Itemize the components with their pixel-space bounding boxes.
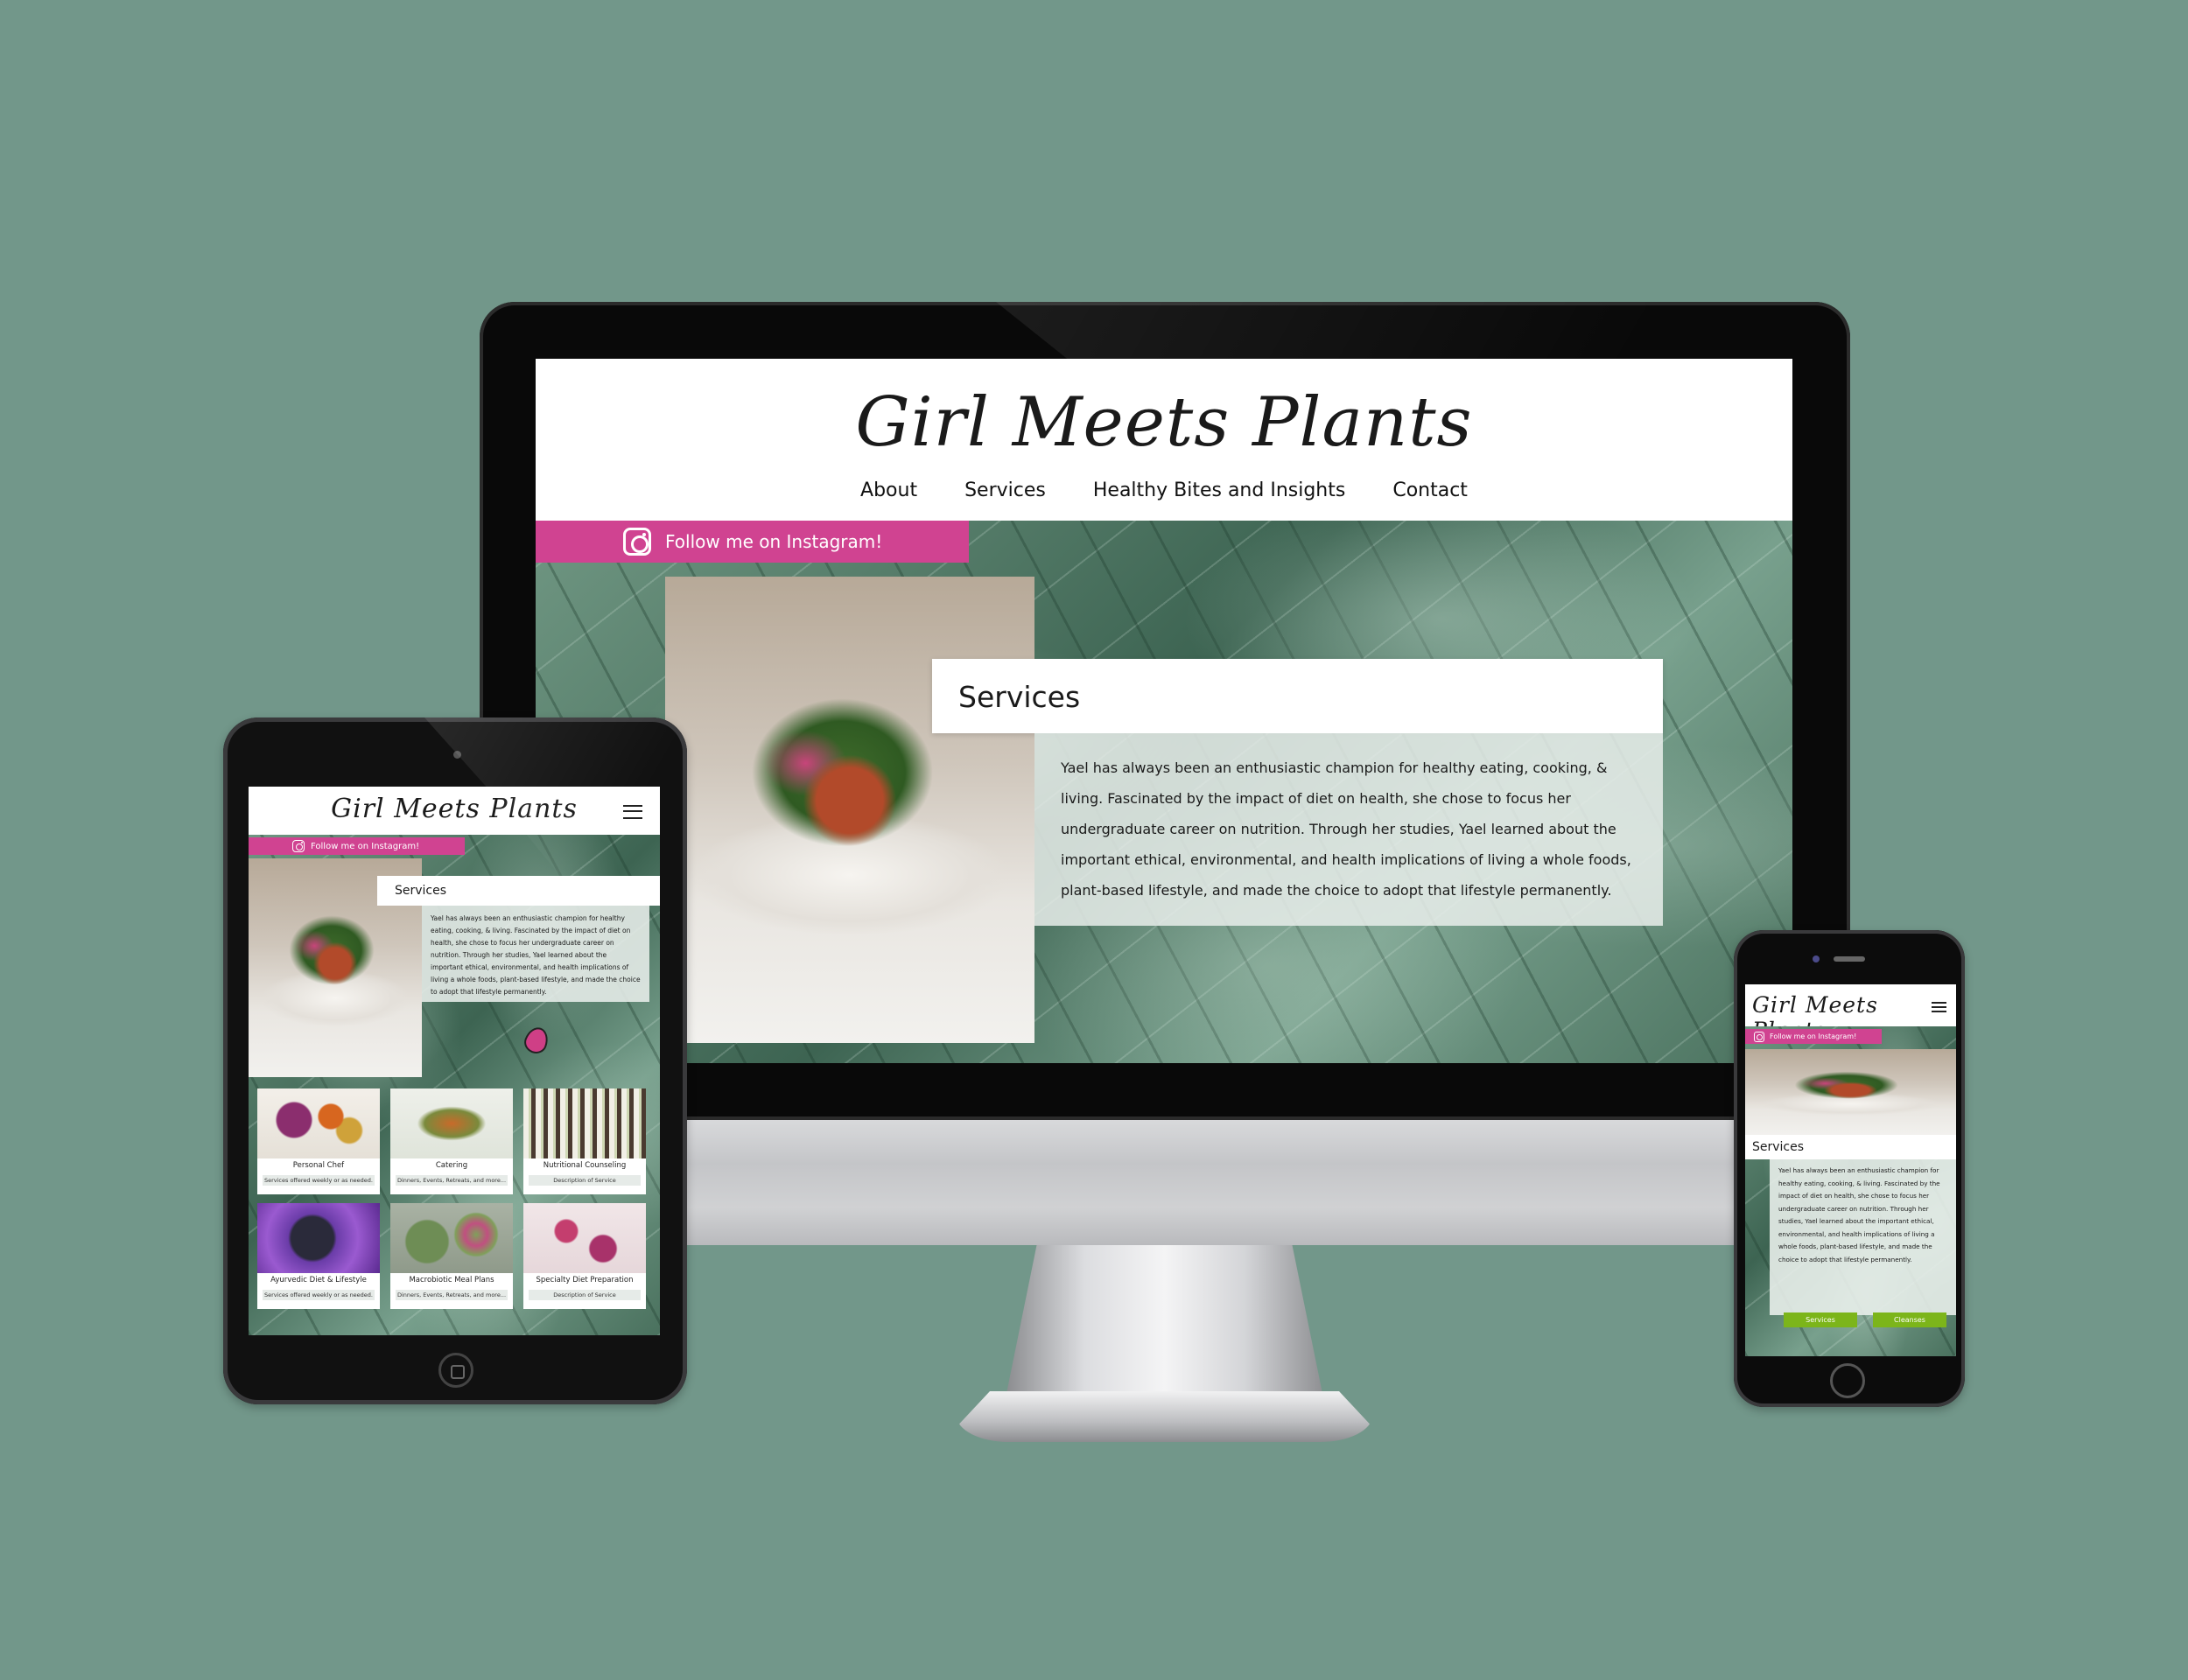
card-image — [523, 1088, 646, 1158]
speaker-grille — [1834, 956, 1865, 962]
card-description: Services offered weekly or as needed. — [263, 1290, 375, 1300]
desktop-screen: Girl Meets Plants About Services Healthy… — [536, 359, 1792, 1063]
main-nav: About Services Healthy Bites and Insight… — [536, 480, 1792, 501]
card-image — [257, 1088, 380, 1158]
card-description: Services offered weekly or as needed. — [263, 1175, 375, 1186]
instagram-icon — [623, 528, 651, 556]
service-card-grid: Personal Chef Services offered weekly or… — [257, 1088, 656, 1309]
card-image — [390, 1088, 513, 1158]
imac-stand — [1005, 1245, 1324, 1416]
tablet-services-heading: Services — [377, 876, 660, 906]
tablet-services-description: Yael has always been an enthusiastic cha… — [422, 906, 649, 1002]
card-title: Ayurvedic Diet & Lifestyle — [270, 1276, 367, 1284]
tablet-mockup: Girl Meets Plants Follow me on Instagram… — [223, 718, 687, 1404]
card-image — [390, 1203, 513, 1273]
card-title: Personal Chef — [292, 1161, 345, 1170]
nav-item-healthy-bites[interactable]: Healthy Bites and Insights — [1093, 480, 1345, 501]
home-button — [438, 1353, 473, 1388]
card-title: Macrobiotic Meal Plans — [409, 1276, 494, 1284]
site-header: Girl Meets Plants About Services Healthy… — [536, 359, 1792, 521]
card-title: Nutritional Counseling — [543, 1161, 627, 1170]
logo-text: Girl Meets Plants — [855, 383, 1473, 462]
phone-mockup: Girl Meets Plants Follow me on Instagram… — [1734, 930, 1965, 1407]
card-title: Specialty Diet Preparation — [536, 1276, 634, 1284]
service-card[interactable]: Personal Chef Services offered weekly or… — [257, 1088, 380, 1194]
phone-salad-photo — [1745, 1049, 1956, 1135]
tablet-screen: Girl Meets Plants Follow me on Instagram… — [249, 787, 660, 1335]
card-title: Catering — [435, 1161, 468, 1170]
services-heading: Services — [932, 659, 1663, 733]
hamburger-menu-icon[interactable] — [623, 805, 642, 819]
cleanses-button[interactable]: Cleanses — [1873, 1312, 1946, 1327]
instagram-icon — [292, 840, 305, 852]
tablet-logo[interactable]: Girl Meets Plants — [249, 794, 660, 824]
site-logo[interactable]: Girl Meets Plants — [536, 383, 1792, 462]
phone-hero: Follow me on Instagram! Services Yael ha… — [1745, 1026, 1956, 1356]
phone-header: Girl Meets Plants — [1745, 984, 1956, 1043]
instagram-banner[interactable]: Follow me on Instagram! — [536, 521, 969, 563]
service-card[interactable]: Ayurvedic Diet & Lifestyle Services offe… — [257, 1203, 380, 1309]
hero-section: Follow me on Instagram! Services Yael ha… — [536, 521, 1792, 1063]
hamburger-menu-icon[interactable] — [1932, 1002, 1946, 1012]
instagram-icon — [1754, 1031, 1764, 1042]
camera-icon — [1813, 956, 1820, 962]
service-card[interactable]: Catering Dinners, Events, Retreats, and … — [390, 1088, 513, 1194]
phone-action-buttons: Services Cleanses — [1784, 1312, 1946, 1327]
nav-item-about[interactable]: About — [860, 480, 917, 501]
service-card[interactable]: Macrobiotic Meal Plans Dinners, Events, … — [390, 1203, 513, 1309]
card-image — [257, 1203, 380, 1273]
imac-foot — [957, 1391, 1372, 1442]
instagram-label: Follow me on Instagram! — [665, 531, 883, 552]
tablet-hero: Follow me on Instagram! Services Yael ha… — [249, 835, 660, 1335]
tablet-header: Girl Meets Plants — [249, 787, 660, 835]
nav-item-contact[interactable]: Contact — [1392, 480, 1468, 501]
phone-screen: Girl Meets Plants Follow me on Instagram… — [1745, 984, 1956, 1356]
phone-services-heading: Services — [1745, 1135, 1956, 1159]
beet-icon — [521, 1024, 552, 1057]
phone-instagram-banner[interactable]: Follow me on Instagram! — [1745, 1029, 1882, 1044]
card-description: Dinners, Events, Retreats, and more... — [396, 1175, 508, 1186]
services-button[interactable]: Services — [1784, 1312, 1857, 1327]
card-description: Description of Service — [529, 1175, 641, 1186]
tablet-instagram-banner[interactable]: Follow me on Instagram! — [249, 837, 465, 855]
service-card[interactable]: Nutritional Counseling Description of Se… — [523, 1088, 646, 1194]
card-image — [523, 1203, 646, 1273]
card-description: Dinners, Events, Retreats, and more... — [396, 1290, 508, 1300]
nav-item-services[interactable]: Services — [964, 480, 1046, 501]
camera-icon — [453, 751, 461, 759]
tablet-instagram-label: Follow me on Instagram! — [311, 841, 420, 851]
salad-photo — [665, 577, 1034, 1043]
services-description: Yael has always been an enthusiastic cha… — [1034, 733, 1663, 926]
phone-services-description: Yael has always been an enthusiastic cha… — [1770, 1159, 1956, 1315]
card-description: Description of Service — [529, 1290, 641, 1300]
service-card[interactable]: Specialty Diet Preparation Description o… — [523, 1203, 646, 1309]
home-button — [1830, 1363, 1865, 1398]
phone-instagram-label: Follow me on Instagram! — [1770, 1032, 1857, 1040]
